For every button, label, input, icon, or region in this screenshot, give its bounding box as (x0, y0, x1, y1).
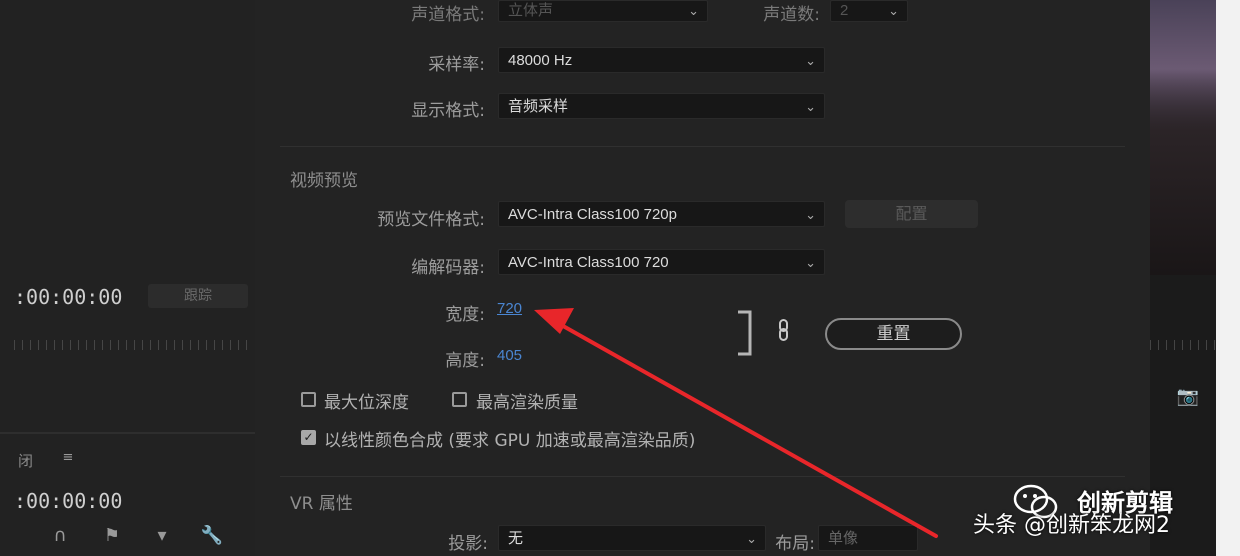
annotation-arrow (534, 308, 938, 538)
watermark: 创新剪辑 头条 @创新笨龙网2 (965, 475, 1240, 556)
watermark-byline: 头条 @创新笨龙网2 (973, 513, 1170, 538)
